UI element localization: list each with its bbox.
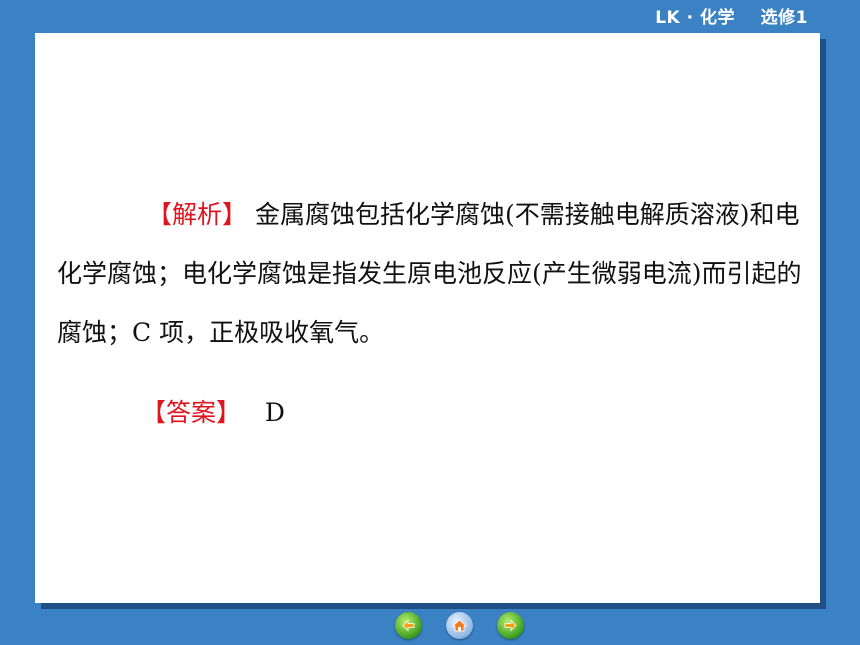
course-header-label: LK · 化学 选修1 [655,8,808,28]
next-slide-button[interactable] [497,612,524,639]
home-button[interactable] [446,612,473,639]
slide-navigation [395,612,524,639]
previous-slide-button[interactable] [395,612,422,639]
arrow-left-icon [402,619,415,632]
answer-tag: 【答案】 [141,398,242,427]
analysis-tag: 【解析】 [147,200,248,229]
analysis-paragraph: 【解析】 金属腐蚀包括化学腐蚀(不需接触电解质溶液)和电化学腐蚀；电化学腐蚀是指… [57,185,813,362]
answer-line: 【答案】 D [141,383,285,442]
arrow-right-icon [504,619,517,632]
home-icon [451,619,468,632]
answer-text: D [241,398,285,427]
slide-content-panel: 【解析】 金属腐蚀包括化学腐蚀(不需接触电解质溶液)和电化学腐蚀；电化学腐蚀是指… [35,33,820,603]
